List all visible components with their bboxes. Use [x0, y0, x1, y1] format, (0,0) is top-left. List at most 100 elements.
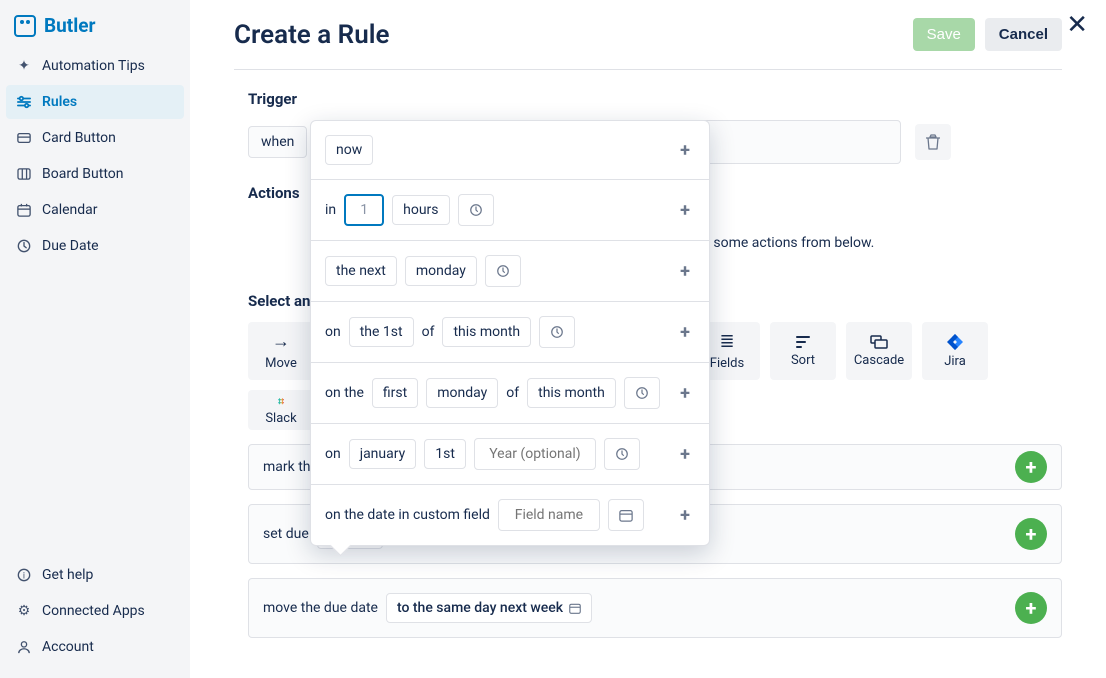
add-option-button[interactable]: +: [675, 200, 695, 220]
category-cascade[interactable]: Cascade: [846, 322, 912, 380]
sidebar-item-card-button[interactable]: Card Button: [6, 121, 184, 155]
label-of: of: [506, 385, 519, 401]
clock-icon: [611, 443, 633, 465]
chip-number-input[interactable]: [344, 194, 384, 226]
fields-icon: ≣: [719, 331, 734, 352]
slack-icon: ⌗: [278, 395, 284, 409]
gear-icon: ⚙: [16, 603, 32, 619]
header: Create a Rule Save Cancel: [234, 18, 1062, 70]
chip-this-month[interactable]: this month: [527, 378, 616, 408]
chip-now[interactable]: now: [325, 135, 373, 165]
clock-chip[interactable]: [624, 377, 660, 409]
category-sort[interactable]: Sort: [770, 322, 836, 380]
sidebar: Butler ✦ Automation Tips Rules Card Butt…: [0, 0, 190, 678]
clock-chip[interactable]: [539, 316, 575, 348]
sidebar-item-label: Connected Apps: [42, 603, 145, 619]
add-option-button[interactable]: +: [675, 261, 695, 281]
page-title: Create a Rule: [234, 20, 389, 50]
chip-1st[interactable]: 1st: [424, 439, 466, 469]
sidebar-item-calendar[interactable]: Calendar: [6, 193, 184, 227]
brand: Butler: [6, 14, 184, 49]
calendar-small-icon: [569, 602, 581, 614]
category-slack[interactable]: ⌗ Slack: [248, 390, 314, 430]
popover-row-in-hours: in hours +: [311, 180, 709, 241]
arrow-right-icon: →: [272, 331, 290, 352]
category-label: Jira: [944, 354, 966, 369]
chip-the-1st[interactable]: the 1st: [349, 317, 414, 347]
category-move[interactable]: → Move: [248, 322, 314, 380]
year-input[interactable]: [485, 445, 585, 463]
clock-chip[interactable]: [604, 438, 640, 470]
chip-the-next[interactable]: the next: [325, 256, 397, 286]
rules-icon: [16, 94, 32, 110]
add-option-button[interactable]: +: [675, 322, 695, 342]
sidebar-item-help[interactable]: i Get help: [6, 558, 184, 592]
calendar-chip[interactable]: [608, 499, 644, 531]
chip-field-name[interactable]: [498, 499, 600, 531]
sidebar-item-label: Card Button: [42, 130, 116, 146]
chip-first[interactable]: first: [372, 378, 418, 408]
chip-year[interactable]: [474, 438, 596, 470]
calendar-icon: [16, 202, 32, 218]
move-due-token[interactable]: to the same day next week: [386, 593, 592, 623]
sidebar-item-rules[interactable]: Rules: [6, 85, 184, 119]
sidebar-item-label: Board Button: [42, 166, 123, 182]
chip-january[interactable]: january: [349, 439, 417, 469]
butler-icon: [14, 15, 36, 37]
popover-row-next-day: the next monday +: [311, 241, 709, 302]
popover-row-on-date: on january 1st +: [311, 424, 709, 485]
delete-trigger-button[interactable]: [915, 124, 951, 160]
category-label: Cascade: [854, 353, 904, 368]
sidebar-item-board-button[interactable]: Board Button: [6, 157, 184, 191]
sidebar-item-tips[interactable]: ✦ Automation Tips: [6, 49, 184, 83]
sidebar-item-label: Account: [42, 639, 94, 655]
sort-icon: [795, 335, 811, 349]
cascade-icon: [870, 335, 888, 349]
label-in: in: [325, 202, 336, 218]
field-name-input[interactable]: [509, 506, 589, 524]
add-action-button[interactable]: +: [1015, 592, 1047, 624]
add-action-button[interactable]: +: [1015, 451, 1047, 483]
category-jira[interactable]: Jira: [922, 322, 988, 380]
sidebar-item-label: Due Date: [42, 238, 99, 254]
chip-monday[interactable]: monday: [426, 378, 498, 408]
chip-monday[interactable]: monday: [405, 256, 477, 286]
when-pill: when: [248, 126, 307, 158]
nav-bottom: i Get help ⚙ Connected Apps Account: [6, 558, 184, 664]
add-option-button[interactable]: +: [675, 383, 695, 403]
token-label: to the same day next week: [397, 600, 563, 616]
popover-row-on-the-first-monday: on the first monday of this month +: [311, 363, 709, 424]
header-actions: Save Cancel: [913, 18, 1062, 51]
sidebar-item-due-date[interactable]: Due Date: [6, 229, 184, 263]
add-option-button[interactable]: +: [675, 505, 695, 525]
label-on-the: on the: [325, 385, 364, 401]
sidebar-item-account[interactable]: Account: [6, 630, 184, 664]
chip-hours[interactable]: hours: [392, 195, 449, 225]
popover-row-now: now +: [311, 121, 709, 180]
calendar-icon: [615, 504, 637, 526]
clock-icon: [465, 199, 487, 221]
sidebar-item-label: Automation Tips: [42, 58, 145, 74]
add-option-button[interactable]: +: [675, 140, 695, 160]
close-icon[interactable]: ✕: [1066, 10, 1088, 40]
popover-row-on-1st: on the 1st of this month +: [311, 302, 709, 363]
action-text: move the due date: [263, 600, 378, 616]
sidebar-item-apps[interactable]: ⚙ Connected Apps: [6, 594, 184, 628]
cancel-button[interactable]: Cancel: [985, 18, 1062, 51]
clock-chip[interactable]: [458, 194, 494, 226]
chip-this-month[interactable]: this month: [442, 317, 531, 347]
category-label: Sort: [791, 353, 815, 368]
hours-value-input[interactable]: [355, 201, 373, 219]
clock-icon: [546, 321, 568, 343]
clock-chip[interactable]: [485, 255, 521, 287]
svg-text:i: i: [23, 572, 25, 582]
add-option-button[interactable]: +: [675, 444, 695, 464]
help-icon: i: [16, 567, 32, 583]
category-label: Move: [265, 356, 297, 371]
sidebar-item-label: Calendar: [42, 202, 98, 218]
clock-icon: [631, 382, 653, 404]
label-custom-field: on the date in custom field: [325, 507, 490, 523]
category-label: Slack: [265, 411, 296, 426]
add-action-button[interactable]: +: [1015, 518, 1047, 550]
save-button[interactable]: Save: [913, 18, 975, 51]
